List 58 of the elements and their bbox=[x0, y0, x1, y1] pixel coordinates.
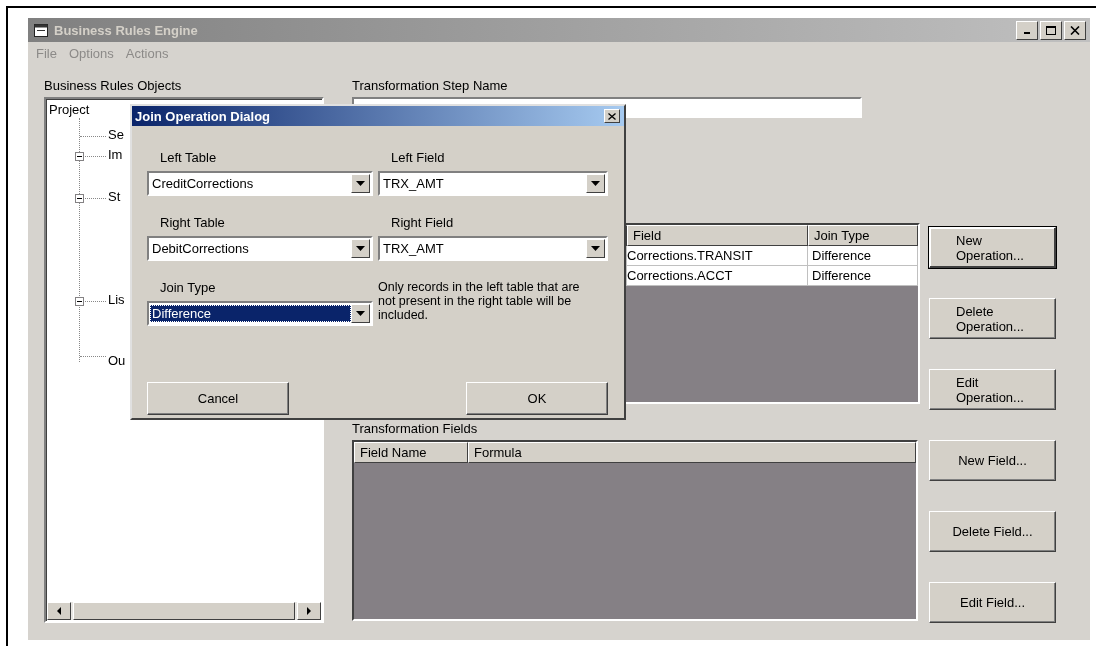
scroll-right-icon[interactable] bbox=[306, 607, 312, 615]
close-button[interactable] bbox=[1064, 20, 1086, 40]
column-header[interactable]: Field Name bbox=[354, 442, 468, 463]
action-button[interactable]: New Field... bbox=[929, 440, 1056, 481]
dropdown[interactable]: DebitCorrections bbox=[147, 236, 373, 261]
tree-item[interactable]: Ou bbox=[108, 354, 126, 368]
tree-item[interactable]: Im bbox=[108, 148, 123, 162]
collapse-icon[interactable] bbox=[75, 152, 84, 161]
action-button[interactable]: New Operation... bbox=[929, 227, 1056, 268]
description-text: Only records in the left table that are not present in the right table will be included. bbox=[378, 280, 581, 322]
dropdown[interactable]: TRX_AMT bbox=[378, 171, 608, 196]
close-icon bbox=[1070, 25, 1080, 35]
dropdown-arrow-icon[interactable] bbox=[591, 246, 600, 251]
table-cell: Corrections.ACCT bbox=[627, 266, 808, 286]
field-label: Left Field bbox=[390, 150, 446, 167]
field-label: Right Table bbox=[159, 215, 226, 232]
action-button[interactable]: Edit Operation... bbox=[929, 369, 1056, 410]
column-header[interactable]: Join Type bbox=[808, 225, 918, 246]
maximize-icon bbox=[1046, 25, 1056, 35]
field-label: Right Field bbox=[390, 215, 455, 232]
collapse-icon[interactable] bbox=[75, 297, 84, 306]
scroll-left-icon[interactable] bbox=[56, 607, 62, 615]
action-button[interactable]: Delete Field... bbox=[929, 511, 1056, 552]
dialog-button[interactable]: Cancel bbox=[147, 382, 289, 415]
table-cell: Difference bbox=[808, 246, 918, 266]
table-cell: Difference bbox=[808, 266, 918, 286]
dropdown[interactable]: CreditCorrections bbox=[147, 171, 373, 196]
horizontal-scrollbar[interactable] bbox=[47, 602, 321, 620]
field-label: Transformation Step Name bbox=[352, 78, 509, 95]
dropdown-arrow-icon[interactable] bbox=[356, 311, 365, 316]
panel-label: Business Rules Objects bbox=[44, 78, 183, 95]
close-icon bbox=[608, 112, 616, 120]
dialog-button[interactable]: OK bbox=[466, 382, 608, 415]
minimize-icon bbox=[1024, 32, 1030, 34]
dropdown-arrow-icon[interactable] bbox=[356, 181, 365, 186]
collapse-icon[interactable] bbox=[75, 194, 84, 203]
tree-item[interactable]: Lis bbox=[108, 293, 125, 307]
tree-item[interactable]: St bbox=[108, 190, 121, 204]
dropdown[interactable]: TRX_AMT bbox=[378, 236, 608, 261]
maximize-button[interactable] bbox=[1040, 20, 1062, 40]
dropdown-arrow-icon[interactable] bbox=[356, 246, 365, 251]
dropdown-arrow-icon[interactable] bbox=[591, 181, 600, 186]
tree-item[interactable]: Se bbox=[108, 128, 124, 142]
column-header[interactable]: Field bbox=[627, 225, 808, 246]
close-button[interactable] bbox=[604, 109, 620, 123]
dialog-title: Join Operation Dialog bbox=[135, 108, 271, 124]
minimize-button[interactable] bbox=[1016, 20, 1038, 40]
column-header[interactable]: Formula bbox=[468, 442, 916, 463]
table-cell: Corrections.TRANSIT bbox=[627, 246, 808, 266]
action-button[interactable]: Delete Operation... bbox=[929, 298, 1056, 339]
window-title: Business Rules Engine bbox=[54, 22, 198, 38]
window-icon bbox=[34, 23, 48, 37]
field-label: Join Type bbox=[159, 280, 217, 297]
dropdown[interactable]: Difference bbox=[147, 301, 373, 326]
field-label: Left Table bbox=[159, 150, 218, 167]
action-button[interactable]: Edit Field... bbox=[929, 582, 1056, 623]
tree-item[interactable]: Project bbox=[49, 102, 90, 118]
table-label: Transformation Fields bbox=[352, 420, 479, 438]
